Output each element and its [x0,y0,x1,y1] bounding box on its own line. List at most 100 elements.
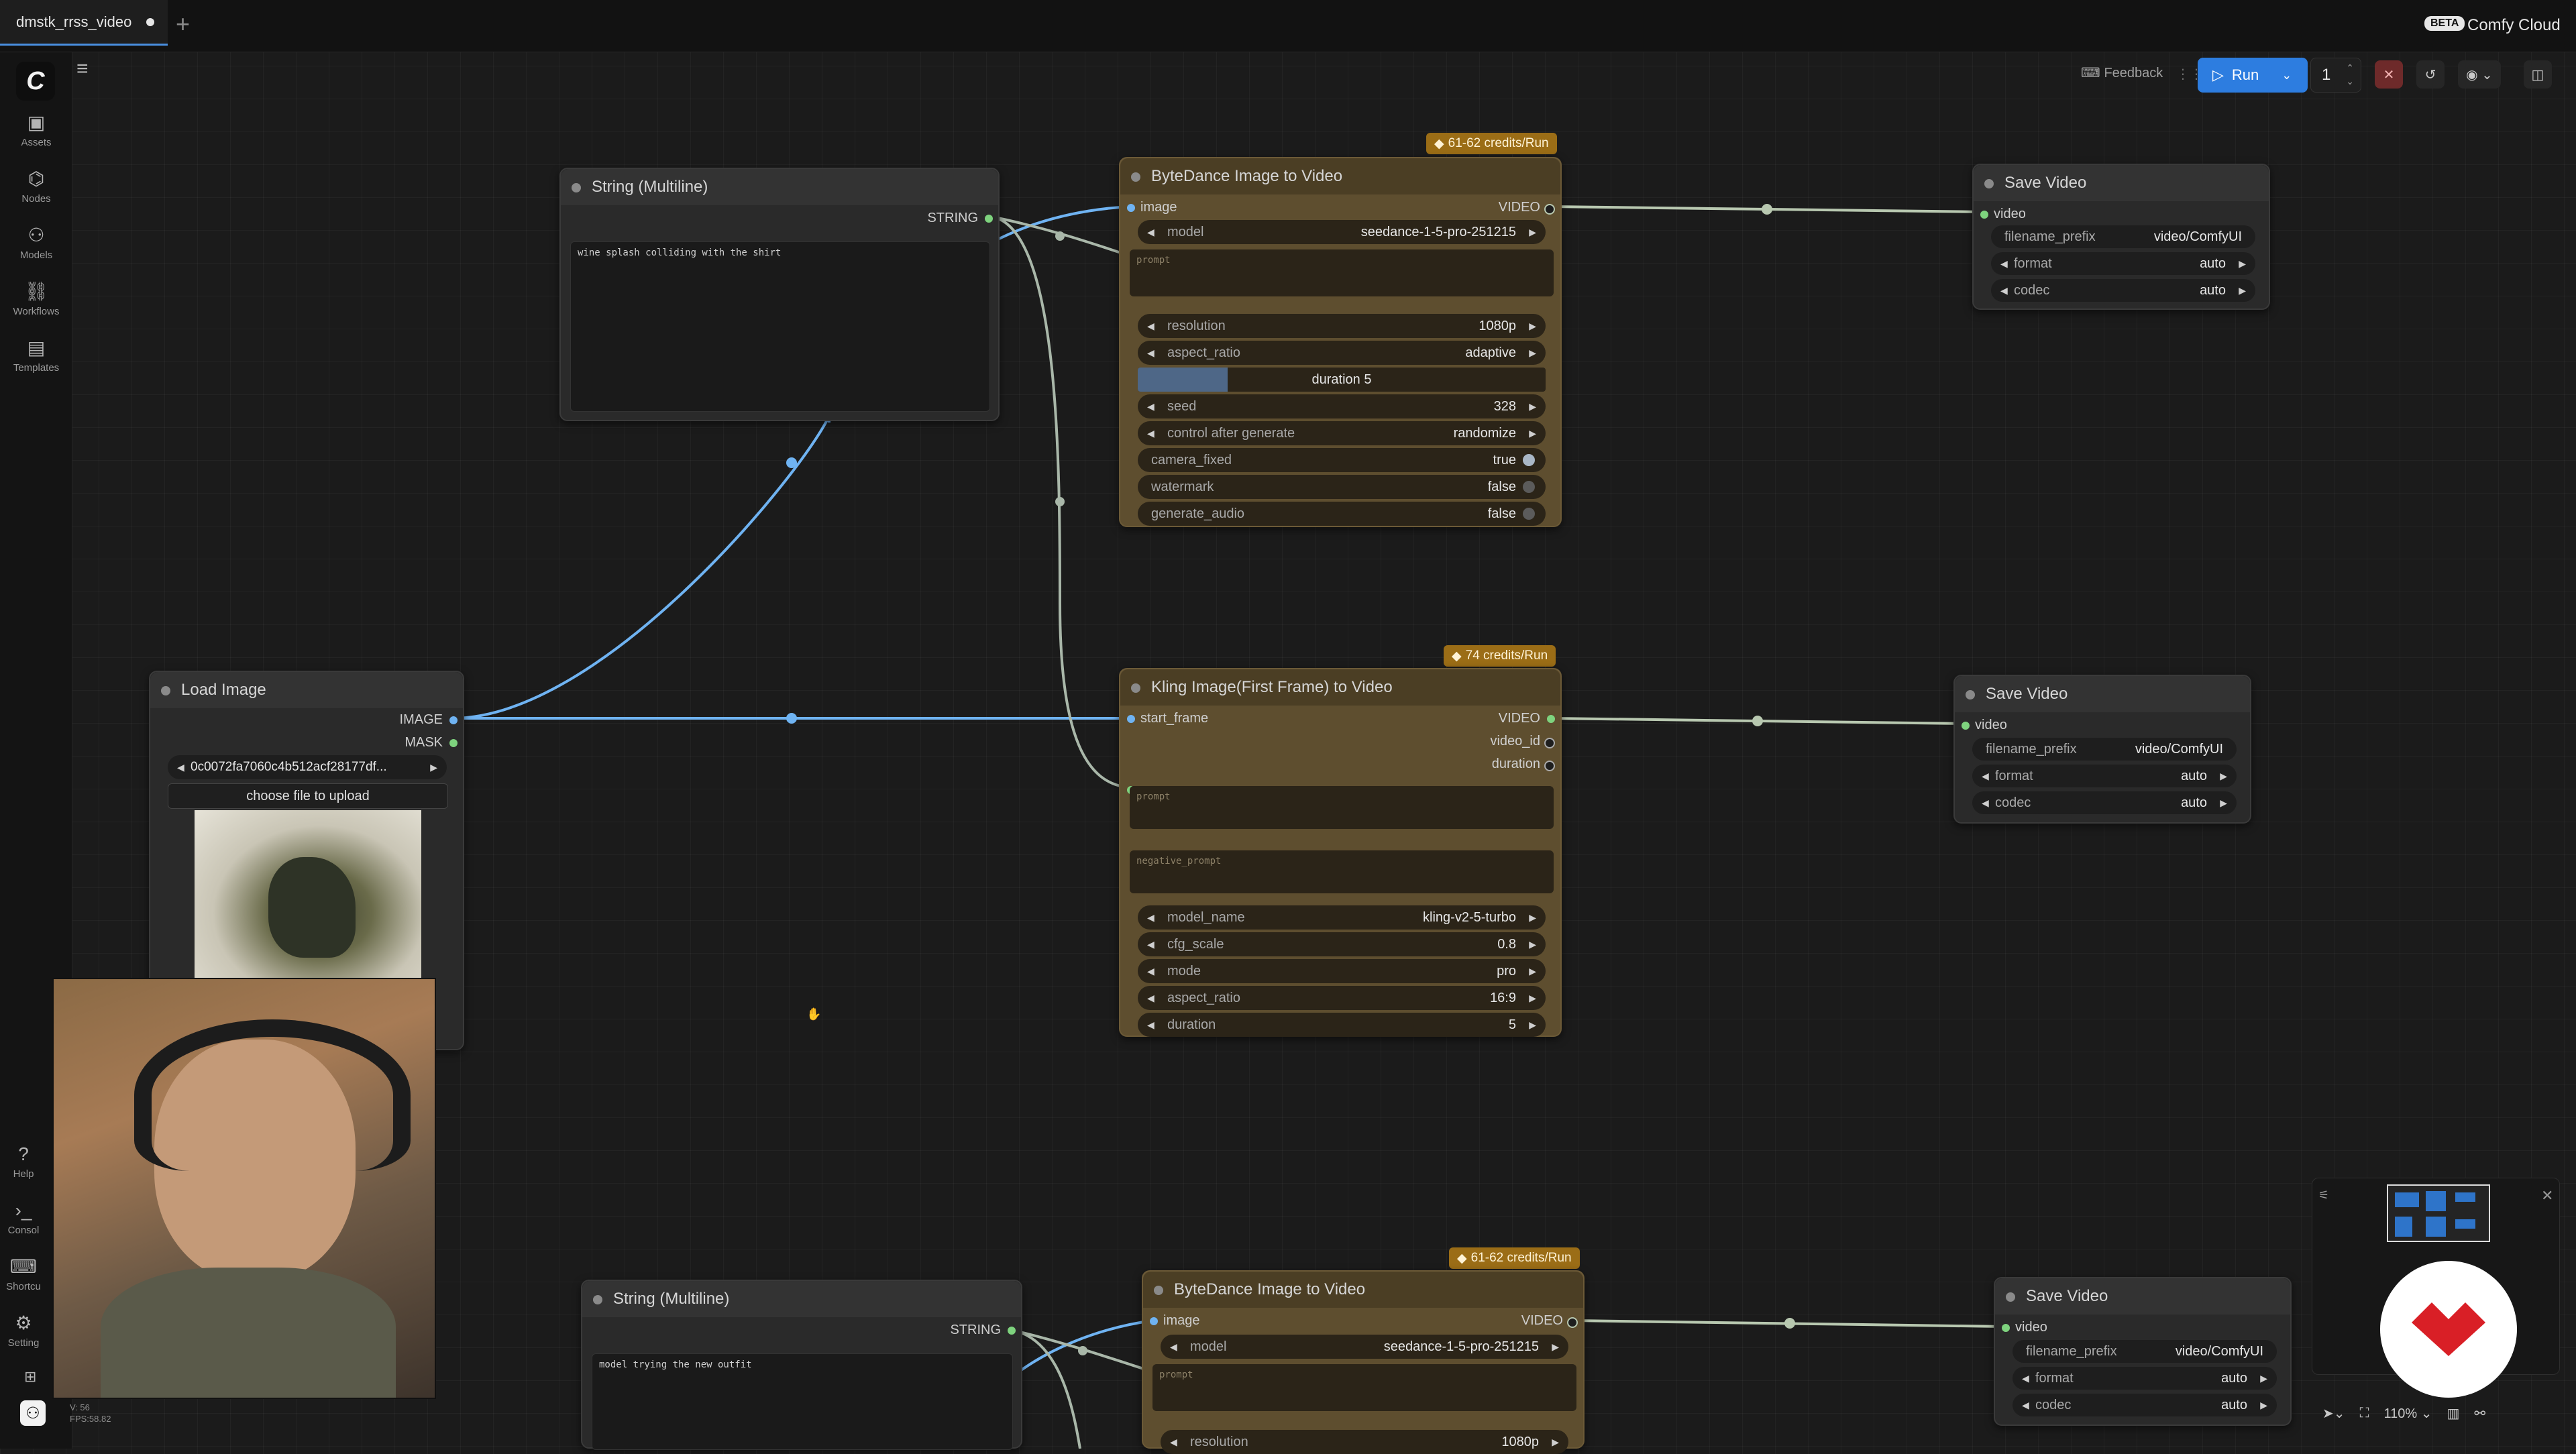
output-slot-string[interactable] [1008,1327,1016,1335]
select-tool-icon[interactable]: ➤⌄ [2322,1405,2345,1422]
arrow-right-icon[interactable]: ▶ [1529,912,1536,924]
widget-control-after-generate[interactable]: ◀ control after generate randomize ▶ [1138,421,1546,445]
node-kling-image-to-video[interactable]: Kling Image(First Frame) to Video start_… [1119,668,1562,1037]
text-area[interactable]: model trying the new outfit [592,1353,1013,1450]
output-slot-mask[interactable] [449,739,458,747]
node-title-bar[interactable]: Save Video [1955,676,2250,712]
arrow-left-icon[interactable]: ◀ [1982,771,1989,782]
node-title-bar[interactable]: String (Multiline) [561,169,998,205]
toggle-off-icon[interactable] [1523,508,1535,520]
collapse-dot-icon[interactable] [1154,1286,1163,1295]
arrow-left-icon[interactable]: ◀ [1982,797,1989,809]
output-slot-video-id[interactable] [1544,738,1555,748]
arrow-right-icon[interactable]: ▶ [430,762,437,773]
arrow-right-icon[interactable]: ▶ [1529,347,1536,359]
node-title-bar[interactable]: ByteDance Image to Video [1143,1272,1583,1308]
collapse-dot-icon[interactable] [1984,179,1994,188]
hide-links-icon[interactable]: ⚯ [2474,1405,2485,1422]
arrow-left-icon[interactable]: ◀ [2022,1373,2029,1384]
node-save-video-2[interactable]: Save Video video filename_prefix video/Co… [1953,675,2251,824]
arrow-right-icon[interactable]: ▶ [1529,1019,1536,1031]
widget-codec[interactable]: ◀ codec auto ▶ [1972,791,2237,814]
arrow-left-icon[interactable]: ◀ [1147,939,1155,950]
minimap-settings-icon[interactable]: ⚟ [2318,1188,2329,1203]
widget-duration[interactable]: ◀ duration 5 ▶ [1138,1013,1546,1037]
node-title-bar[interactable]: Kling Image(First Frame) to Video [1120,669,1560,706]
arrow-left-icon[interactable]: ◀ [2000,285,2008,296]
node-title-bar[interactable]: String (Multiline) [582,1281,1021,1317]
node-string-multiline-1[interactable]: String (Multiline) STRING wine splash co… [559,168,1000,421]
arrow-left-icon[interactable]: ◀ [1170,1341,1177,1353]
node-bytedance-image-to-video-2[interactable]: ByteDance Image to Video image VIDEO ◀ mo… [1142,1270,1585,1454]
widget-codec[interactable]: ◀ codec auto ▶ [1991,279,2255,302]
widget-model-name[interactable]: ◀ model_name kling-v2-5-turbo ▶ [1138,905,1546,930]
arrow-right-icon[interactable]: ▶ [1529,966,1536,977]
output-slot-video[interactable] [1547,715,1555,723]
upload-button[interactable]: choose file to upload [168,783,448,809]
node-save-video-3[interactable]: Save Video video filename_prefix video/Co… [1994,1277,2292,1426]
node-title-bar[interactable]: Load Image [150,672,463,708]
negative-prompt-textarea[interactable]: negative_prompt [1130,850,1554,893]
collapse-dot-icon[interactable] [2006,1292,2015,1302]
arrow-left-icon[interactable]: ◀ [1147,993,1155,1004]
widget-model[interactable]: ◀ model seedance-1-5-pro-251215 ▶ [1138,220,1546,244]
arrow-right-icon[interactable]: ▶ [1529,939,1536,950]
arrow-left-icon[interactable]: ◀ [1147,347,1155,359]
widget-aspect-ratio[interactable]: ◀ aspect_ratio adaptive ▶ [1138,341,1546,365]
widget-model[interactable]: ◀ model seedance-1-5-pro-251215 ▶ [1161,1335,1568,1359]
text-area[interactable]: wine splash colliding with the shirt [570,241,990,412]
widget-filename-prefix[interactable]: filename_prefix video/ComfyUI [1972,738,2237,761]
arrow-left-icon[interactable]: ◀ [177,762,184,773]
node-title-bar[interactable]: Save Video [1995,1278,2290,1315]
widget-aspect-ratio[interactable]: ◀ aspect_ratio 16:9 ▶ [1138,986,1546,1010]
collapse-dot-icon[interactable] [161,686,170,695]
arrow-left-icon[interactable]: ◀ [1147,1019,1155,1031]
input-slot-start-frame[interactable] [1127,715,1135,723]
arrow-right-icon[interactable]: ▶ [1529,321,1536,332]
collapse-dot-icon[interactable] [593,1295,602,1304]
widget-mode[interactable]: ◀ mode pro ▶ [1138,959,1546,983]
arrow-right-icon[interactable]: ▶ [2260,1400,2267,1411]
widget-camera-fixed[interactable]: camera_fixed true [1138,448,1546,472]
arrow-right-icon[interactable]: ▶ [2220,797,2227,809]
output-slot-string[interactable] [985,215,993,223]
collapse-dot-icon[interactable] [1131,683,1140,693]
arrow-right-icon[interactable]: ▶ [2239,285,2246,296]
arrow-left-icon[interactable]: ◀ [1147,966,1155,977]
toggle-on-icon[interactable] [1523,454,1535,466]
arrow-left-icon[interactable]: ◀ [1147,428,1155,439]
arrow-right-icon[interactable]: ▶ [1529,428,1536,439]
output-slot-image[interactable] [449,716,458,724]
widget-format[interactable]: ◀ format auto ▶ [2012,1367,2277,1390]
arrow-left-icon[interactable]: ◀ [1147,227,1155,238]
arrow-right-icon[interactable]: ▶ [2239,258,2246,270]
widget-duration-slider[interactable]: duration 5 [1138,368,1546,392]
input-slot-video[interactable] [2002,1324,2010,1332]
widget-resolution[interactable]: ◀ resolution 1080p ▶ [1138,314,1546,338]
arrow-left-icon[interactable]: ◀ [2022,1400,2029,1411]
collapse-dot-icon[interactable] [1131,172,1140,182]
input-slot-image[interactable] [1127,204,1135,212]
collapse-dot-icon[interactable] [572,183,581,192]
widget-cfg-scale[interactable]: ◀ cfg_scale 0.8 ▶ [1138,932,1546,956]
prompt-textarea[interactable]: prompt [1130,249,1554,296]
arrow-left-icon[interactable]: ◀ [1147,912,1155,924]
output-slot-video[interactable] [1544,204,1555,215]
panel-layout-icon[interactable]: ⊞ [24,1368,36,1386]
node-bytedance-image-to-video-1[interactable]: ByteDance Image to Video image VIDEO ◀ mo… [1119,157,1562,527]
input-slot-image[interactable] [1150,1317,1158,1325]
widget-format[interactable]: ◀ format auto ▶ [1991,252,2255,275]
arrow-right-icon[interactable]: ▶ [2220,771,2227,782]
node-title-bar[interactable]: ByteDance Image to Video [1120,158,1560,194]
widget-format[interactable]: ◀ format auto ▶ [1972,765,2237,787]
file-select[interactable]: ◀ 0c0072fa7060c4b512acf28177df... ▶ [168,755,447,779]
fit-view-icon[interactable]: ⛶ [2360,1406,2369,1421]
input-slot-video[interactable] [1962,722,1970,730]
widget-filename-prefix[interactable]: filename_prefix video/ComfyUI [2012,1340,2277,1363]
arrow-right-icon[interactable]: ▶ [1529,227,1536,238]
zoom-level[interactable]: 110% ⌄ [2384,1405,2432,1422]
widget-seed[interactable]: ◀ seed 328 ▶ [1138,394,1546,418]
node-string-multiline-2[interactable]: String (Multiline) STRING model trying t… [581,1280,1022,1450]
widget-codec[interactable]: ◀ codec auto ▶ [2012,1394,2277,1416]
arrow-right-icon[interactable]: ▶ [1529,401,1536,412]
